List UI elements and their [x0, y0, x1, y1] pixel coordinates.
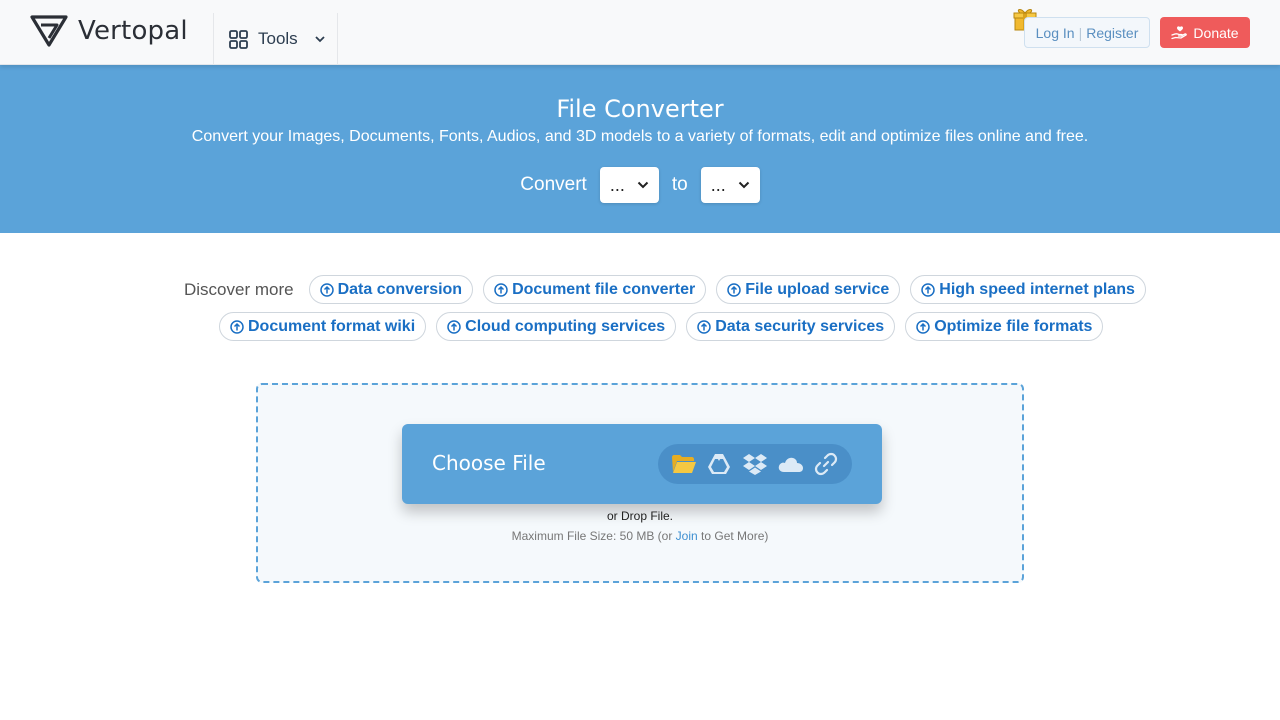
link-icon[interactable]	[813, 452, 839, 476]
max-file-size-note: Maximum File Size: 50 MB (or Join to Get…	[258, 529, 1022, 543]
auth-separator: |	[1078, 24, 1083, 41]
onedrive-icon[interactable]	[778, 452, 804, 476]
discover-row-2: Document format wiki Cloud computing ser…	[219, 312, 1104, 341]
arrow-circle-icon	[447, 319, 461, 334]
choose-file-label: Choose File	[432, 451, 546, 475]
discover-chip[interactable]: File upload service	[716, 275, 901, 304]
tools-label: Tools	[258, 29, 298, 48]
donate-label: Donate	[1193, 24, 1239, 41]
chevron-down-icon	[637, 181, 649, 189]
chevron-down-icon	[738, 181, 749, 189]
arrow-circle-icon	[727, 282, 741, 297]
discover-chip[interactable]: Data security services	[686, 312, 896, 341]
page-subtitle: Convert your Images, Documents, Fonts, A…	[191, 128, 1089, 145]
upload-source-bar	[658, 444, 852, 484]
dropbox-icon[interactable]	[742, 452, 768, 476]
discover-chip[interactable]: High speed internet plans	[910, 275, 1146, 304]
top-navbar: Vertopal Tools Log In | Register Donate	[0, 0, 1280, 65]
from-format-value: ...	[609, 174, 625, 195]
choose-file-button[interactable]: Choose File	[402, 424, 882, 504]
discover-chip-label: Document file converter	[512, 280, 696, 298]
discover-chip-label: File upload service	[745, 280, 890, 298]
discover-chip[interactable]: Optimize file formats	[905, 312, 1104, 341]
tools-menu-button[interactable]: Tools	[213, 13, 338, 65]
from-format-select[interactable]: ...	[599, 167, 659, 203]
discover-chip-label: High speed internet plans	[939, 280, 1135, 298]
chevron-down-icon	[315, 36, 325, 43]
discover-chip[interactable]: Document file converter	[483, 275, 707, 304]
arrow-circle-icon	[230, 319, 244, 334]
arrow-circle-icon	[916, 319, 930, 334]
google-drive-icon[interactable]	[706, 452, 732, 476]
discover-chip[interactable]: Document format wiki	[219, 312, 427, 341]
vertopal-logo[interactable]: Vertopal	[30, 14, 188, 48]
convert-label: Convert	[520, 174, 587, 195]
grid-icon	[229, 29, 248, 49]
join-link[interactable]: Join	[676, 529, 698, 543]
auth-links: Log In | Register	[1024, 17, 1150, 48]
discover-chip-label: Optimize file formats	[934, 317, 1093, 335]
discover-chip[interactable]: Data conversion	[308, 275, 474, 304]
arrow-circle-icon	[319, 282, 334, 297]
discover-row-1: Discover more Data conversion Document f…	[184, 275, 1146, 304]
arrow-circle-icon	[921, 282, 936, 297]
hand-heart-icon	[1171, 25, 1188, 39]
arrow-circle-icon	[697, 319, 711, 334]
register-link[interactable]: Register	[1086, 25, 1138, 41]
login-link[interactable]: Log In	[1036, 25, 1075, 41]
discover-label: Discover more	[184, 279, 294, 299]
folder-icon[interactable]	[671, 452, 697, 476]
brand-name: Vertopal	[78, 16, 188, 46]
max-size-suffix: to Get More)	[697, 529, 769, 543]
to-label: to	[671, 174, 688, 195]
converter-hero: File Converter Convert your Images, Docu…	[0, 65, 1280, 233]
to-format-value: ...	[710, 174, 726, 195]
max-size-prefix: Maximum File Size: 50 MB (or	[511, 529, 676, 543]
convert-format-row: Convert ... to ...	[0, 167, 1280, 203]
discover-chip-label: Cloud computing services	[465, 317, 666, 335]
drop-file-hint: or Drop File.	[606, 509, 674, 523]
discover-chip-label: Data security services	[715, 317, 885, 335]
donate-button[interactable]: Donate	[1160, 17, 1250, 48]
page-title: File Converter	[556, 95, 724, 123]
discover-chip[interactable]: Cloud computing services	[436, 312, 677, 341]
discover-chip-label: Data conversion	[337, 280, 463, 298]
vertopal-logo-icon	[30, 15, 68, 47]
discover-chip-label: Document format wiki	[248, 317, 416, 335]
to-format-select[interactable]: ...	[700, 167, 760, 203]
file-drop-zone[interactable]: Choose File or Drop File. Maximum File S…	[256, 383, 1024, 583]
arrow-circle-icon	[494, 282, 508, 297]
